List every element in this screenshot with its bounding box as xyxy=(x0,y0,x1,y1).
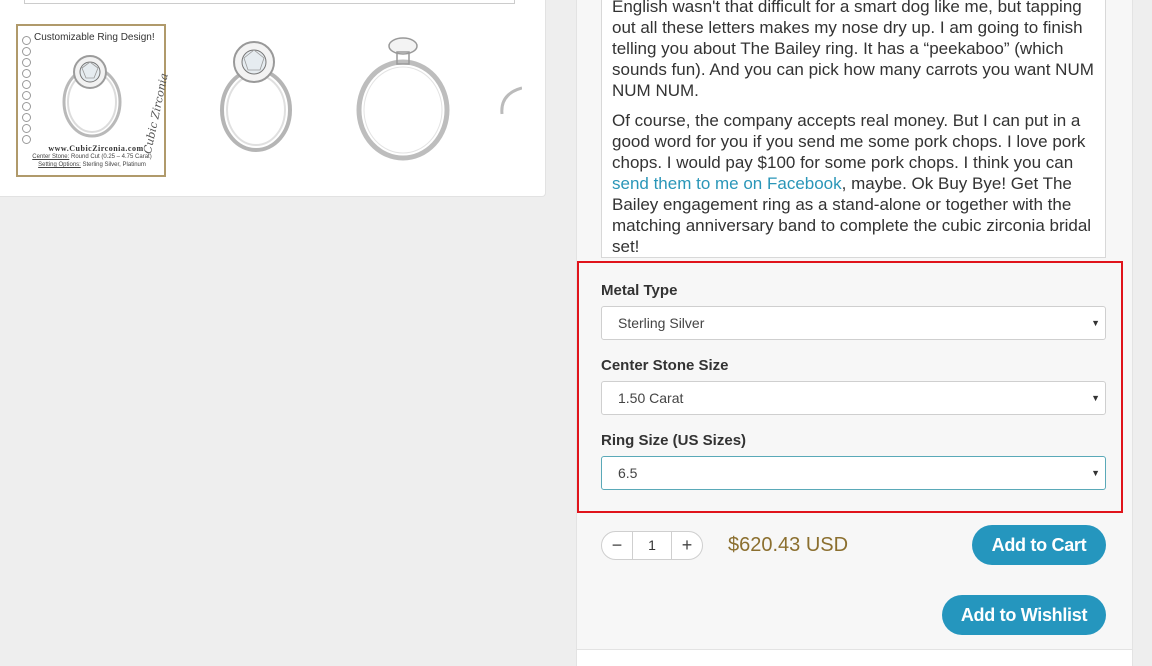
main-product-image[interactable] xyxy=(24,0,515,4)
center-stone-size-value: 1.50 Carat xyxy=(618,390,684,406)
facebook-link[interactable]: send them to me on Facebook xyxy=(612,174,842,193)
ring-size-select[interactable]: 6.5 ▼ xyxy=(601,456,1106,490)
thumbnail-4[interactable] xyxy=(494,24,522,177)
quantity-stepper: − 1 + xyxy=(601,531,703,560)
center-stone-size-label: Center Stone Size xyxy=(601,357,729,374)
metal-type-value: Sterling Silver xyxy=(618,315,705,331)
chevron-down-icon: ▼ xyxy=(1091,468,1100,478)
quantity-input[interactable]: 1 xyxy=(633,532,671,559)
thumbnail-signature: Cubic Zirconia xyxy=(140,72,171,156)
thumbnail-2[interactable] xyxy=(186,24,336,177)
ring-size-label: Ring Size (US Sizes) xyxy=(601,432,747,449)
quantity-increase-button[interactable]: + xyxy=(671,532,702,559)
add-to-cart-button[interactable]: Add to Cart xyxy=(972,525,1106,565)
chevron-down-icon: ▼ xyxy=(1091,393,1100,403)
thumbnail-specs: Center Stone: Round Cut (0.25 – 4.75 Car… xyxy=(32,154,152,168)
ring-image xyxy=(500,86,522,115)
ring-image xyxy=(62,55,122,138)
metal-type-select[interactable]: Sterling Silver ▼ xyxy=(601,306,1106,340)
product-gallery: Customizable Ring Design! Cubic Zirconia… xyxy=(0,0,546,197)
center-stone-size-select[interactable]: 1.50 Carat ▼ xyxy=(601,381,1106,415)
thumbnail-site: www.CubicZirconia.com xyxy=(48,144,144,153)
ring-image xyxy=(356,37,450,161)
chevron-down-icon: ▼ xyxy=(1091,318,1100,328)
thumbnail-1[interactable]: Customizable Ring Design! Cubic Zirconia… xyxy=(16,24,171,177)
ring-size-value: 6.5 xyxy=(618,465,638,481)
add-to-wishlist-button[interactable]: Add to Wishlist xyxy=(942,595,1106,635)
quantity-decrease-button[interactable]: − xyxy=(602,532,633,559)
shape-icons xyxy=(22,36,32,144)
thumbnail-strip: Customizable Ring Design! Cubic Zirconia… xyxy=(16,24,522,177)
description-paragraph-1: English wasn't that difficult for a smar… xyxy=(612,0,1094,100)
product-description: English wasn't that difficult for a smar… xyxy=(601,0,1106,258)
metal-type-label: Metal Type xyxy=(601,282,678,299)
product-price: $620.43 USD xyxy=(728,534,849,556)
thumbnail-3[interactable] xyxy=(341,24,491,177)
description-paragraph-2: Of course, the company accepts real mone… xyxy=(612,111,1092,256)
ring-image xyxy=(220,41,292,152)
panel-footer xyxy=(577,649,1132,666)
